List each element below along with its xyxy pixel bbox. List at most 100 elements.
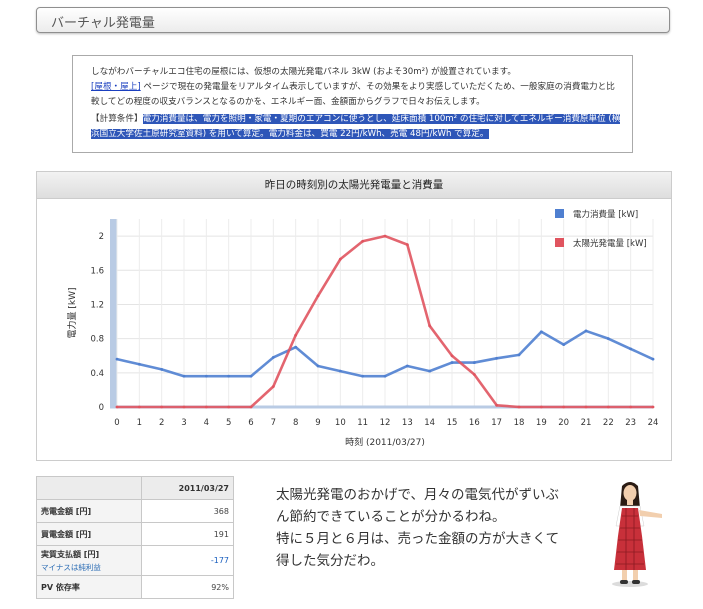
intro-line-2: ページで現在の発電量をリアルタイム表示していますが、その効果をより実感していただ…	[91, 82, 615, 107]
data-point	[182, 374, 186, 378]
data-point	[495, 356, 499, 360]
summary-corner	[36, 476, 142, 500]
x-tick-label: 18	[514, 418, 525, 428]
table-row: 買電金額 [円] 191	[36, 522, 234, 546]
net-payment-label: 実質支払額 [円]	[41, 549, 100, 559]
y-tick-label: 0	[99, 403, 104, 413]
calc-conditions: 【計算条件】電力消費量は、電力を照明・家電・夏期のエアコンに使うとし、延床面積 …	[91, 112, 622, 142]
calc-label: 【計算条件】	[91, 114, 143, 124]
data-point	[271, 356, 275, 359]
data-point	[472, 373, 476, 376]
table-row: 実質支払額 [円] マイナスは純利益 -177	[36, 545, 234, 576]
data-point	[271, 385, 275, 388]
x-tick-label: 5	[226, 418, 231, 428]
x-tick-label: 12	[380, 418, 391, 428]
data-point	[584, 405, 588, 409]
data-point	[361, 374, 365, 378]
table-row: 売電金額 [円] 368	[36, 499, 234, 523]
data-point	[629, 405, 633, 409]
x-tick-label: 21	[581, 418, 592, 428]
data-point	[115, 405, 119, 409]
data-point	[227, 405, 231, 409]
x-tick-label: 1	[137, 418, 142, 428]
page-title: バーチャル発電量	[51, 16, 155, 31]
pv-dependency-value: 92%	[141, 575, 234, 599]
x-tick-label: 16	[469, 418, 480, 428]
calc-text: 電力消費量は、電力を照明・家電・夏期のエアコンに使うとし、延床面積 100m² …	[91, 114, 621, 139]
data-point	[651, 405, 655, 409]
data-point	[204, 405, 208, 409]
table-row: PV 依存率 92%	[36, 575, 234, 599]
net-payment-note: マイナスは純利益	[41, 562, 101, 572]
x-tick-label: 19	[536, 418, 547, 428]
legend-label: 太陽光発電量 [kW]	[573, 238, 647, 249]
data-point	[539, 405, 543, 409]
legend-swatch	[555, 209, 564, 218]
x-tick-label: 8	[293, 418, 298, 428]
woman-illustration	[612, 482, 662, 587]
x-tick-label: 0	[114, 418, 119, 428]
data-point	[160, 368, 164, 371]
x-tick-label: 13	[402, 418, 413, 428]
data-point	[539, 330, 543, 334]
data-point	[517, 405, 521, 409]
sell-amount-label: 売電金額 [円]	[36, 499, 142, 523]
pv-dependency-label: PV 依存率	[36, 575, 142, 599]
net-payment-label-cell: 実質支払額 [円] マイナスは純利益	[36, 545, 142, 576]
buy-amount-label: 買電金額 [円]	[36, 522, 142, 546]
data-point	[428, 369, 432, 373]
x-tick-label: 9	[315, 418, 320, 428]
data-point	[606, 405, 610, 409]
x-tick-label: 20	[558, 418, 569, 428]
summary-date: 2011/03/27	[141, 476, 234, 500]
data-point	[137, 405, 141, 409]
legend-swatch	[555, 238, 564, 247]
x-tick-label: 11	[357, 418, 368, 428]
data-point	[137, 362, 141, 366]
data-point	[294, 333, 298, 337]
data-point	[115, 357, 119, 361]
chart-title: 昨日の時刻別の太陽光発電量と消費量	[37, 172, 671, 199]
data-point	[338, 257, 342, 261]
x-tick-label: 10	[335, 418, 346, 428]
x-tick-label: 3	[181, 418, 186, 428]
summary-table: 2011/03/27 売電金額 [円] 368 買電金額 [円] 191 実質支…	[36, 476, 234, 599]
speech-text: 太陽光発電のおかげで、月々の電気代がずいぶ ん節約できていることが分かるわね。 …	[276, 484, 606, 572]
data-point	[182, 405, 186, 409]
x-tick-label: 6	[248, 418, 253, 428]
power-chart: 00.40.81.21.620 1 2 3 4 5 6 7 8 9 10 11 12 13 14 15 16 17…	[66, 209, 659, 448]
speech-line: 太陽光発電のおかげで、月々の電気代がずいぶ	[276, 487, 559, 503]
legend-label: 電力消費量 [kW]	[573, 209, 638, 220]
speech-line: 得した気分だわ。	[276, 553, 384, 569]
buy-amount-value: 191	[141, 522, 234, 546]
data-point	[383, 234, 387, 238]
y-tick-label: 0.8	[90, 335, 104, 345]
y-tick-label: 2	[99, 232, 104, 242]
data-point	[160, 405, 164, 409]
net-payment-value: -177	[141, 545, 234, 576]
y-axis-band	[110, 219, 117, 407]
x-tick-label: 24	[648, 418, 659, 428]
y-tick-label: 1.2	[90, 300, 104, 310]
intro-box: しながわバーチャルエコ住宅の屋根には、仮想の太陽光発電パネル 3kW (およそ3…	[72, 55, 633, 153]
x-tick-label: 2	[159, 418, 164, 428]
data-point	[651, 357, 655, 361]
page-title-bar: バーチャル発電量	[36, 7, 670, 33]
data-point	[204, 374, 208, 378]
data-point	[450, 361, 454, 364]
data-point	[316, 294, 320, 298]
intro-line-1: しながわバーチャルエコ住宅の屋根には、仮想の太陽光発電パネル 3kW (およそ3…	[91, 67, 516, 77]
data-point	[405, 364, 409, 368]
data-point	[428, 324, 432, 328]
data-point	[450, 354, 454, 358]
sell-amount-value: 368	[141, 499, 234, 523]
data-point	[227, 374, 231, 378]
roof-page-link[interactable]: [屋根・屋上]	[91, 82, 141, 92]
x-tick-label: 22	[603, 418, 614, 428]
speech-line: 特に５月と６月は、売った金額の方が大きくて	[276, 531, 560, 547]
x-tick-label: 23	[625, 418, 636, 428]
data-point	[517, 353, 521, 357]
data-point	[361, 239, 365, 243]
data-point	[338, 369, 342, 373]
data-point	[562, 405, 566, 409]
